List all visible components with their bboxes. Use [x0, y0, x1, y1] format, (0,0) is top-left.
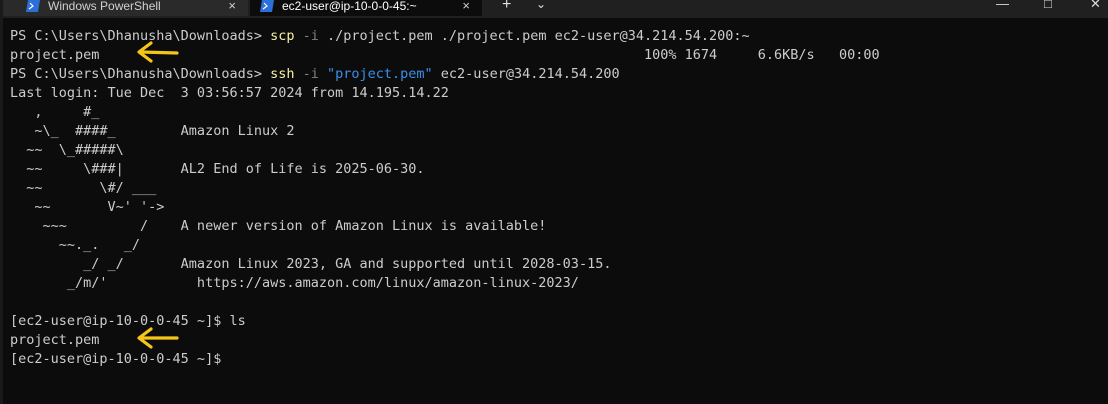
tab-windows-powershell[interactable]: Windows PowerShell × — [0, 0, 248, 16]
ssh-command-line: PS C:\Users\Dhanusha\Downloads> ssh -i "… — [10, 65, 880, 84]
banner-line: ~~ \_#####\ — [10, 142, 124, 158]
close-window-button[interactable]: ✕ — [1090, 0, 1101, 12]
powershell-icon — [26, 0, 40, 12]
banner-line: ~~ \#/ ___ — [10, 180, 157, 196]
prompt: PS C:\Users\Dhanusha\Downloads> — [10, 66, 271, 82]
args: ec2-user@34.214.54.200 — [432, 66, 620, 82]
close-icon[interactable]: × — [228, 0, 236, 13]
new-tab-button[interactable]: + — [502, 0, 511, 14]
banner-line: _/ _/ Amazon Linux 2023, GA and supporte… — [10, 256, 612, 272]
chevron-down-icon[interactable]: ⌄ — [536, 0, 546, 11]
close-icon[interactable]: × — [462, 0, 470, 13]
banner-line: _/m/' https://aws.amazon.com/linux/amazo… — [10, 275, 579, 291]
banner-line: ~~ V~' '-> — [10, 199, 165, 215]
arrow-left-icon — [137, 41, 179, 63]
tab-bar: Windows PowerShell × ec2-user@ip-10-0-0-… — [0, 0, 1108, 18]
banner-line: ~~._. _/ — [10, 237, 141, 253]
args: ./project.pem ./project.pem ec2-user@34.… — [318, 28, 750, 44]
last-login-line: Last login: Tue Dec 3 03:56:57 2024 from… — [10, 85, 449, 101]
maximize-button[interactable]: □ — [1044, 0, 1052, 11]
banner-line — [10, 293, 880, 312]
string-arg: "project.pem" — [318, 66, 433, 82]
terminal-window: Windows PowerShell × ec2-user@ip-10-0-0-… — [0, 0, 1108, 404]
window-border — [0, 0, 3, 404]
minimize-button[interactable]: — — [996, 0, 1009, 11]
tab-ec2-user[interactable]: ec2-user@ip-10-0-0-45:~ × — [250, 0, 482, 16]
shell-prompt-line: [ec2-user@ip-10-0-0-45 ~]$ — [10, 351, 222, 367]
powershell-icon — [260, 0, 274, 12]
arrow-left-icon — [137, 327, 179, 349]
command: ssh — [270, 66, 295, 82]
banner-line: ~~ \###| AL2 End of Life is 2025-06-30. — [10, 161, 425, 177]
tab-title: ec2-user@ip-10-0-0-45:~ — [282, 0, 417, 13]
banner-line: , #_ — [10, 104, 100, 120]
terminal-output[interactable]: PS C:\Users\Dhanusha\Downloads> scp -i .… — [10, 27, 880, 369]
command: scp — [270, 28, 295, 44]
banner-line: ~~~ / A newer version of Amazon Linux is… — [10, 218, 547, 234]
banner-line: ~\_ ####_ Amazon Linux 2 — [10, 123, 295, 139]
tab-title: Windows PowerShell — [48, 0, 161, 13]
flag: -i — [294, 66, 319, 82]
flag: -i — [294, 28, 319, 44]
